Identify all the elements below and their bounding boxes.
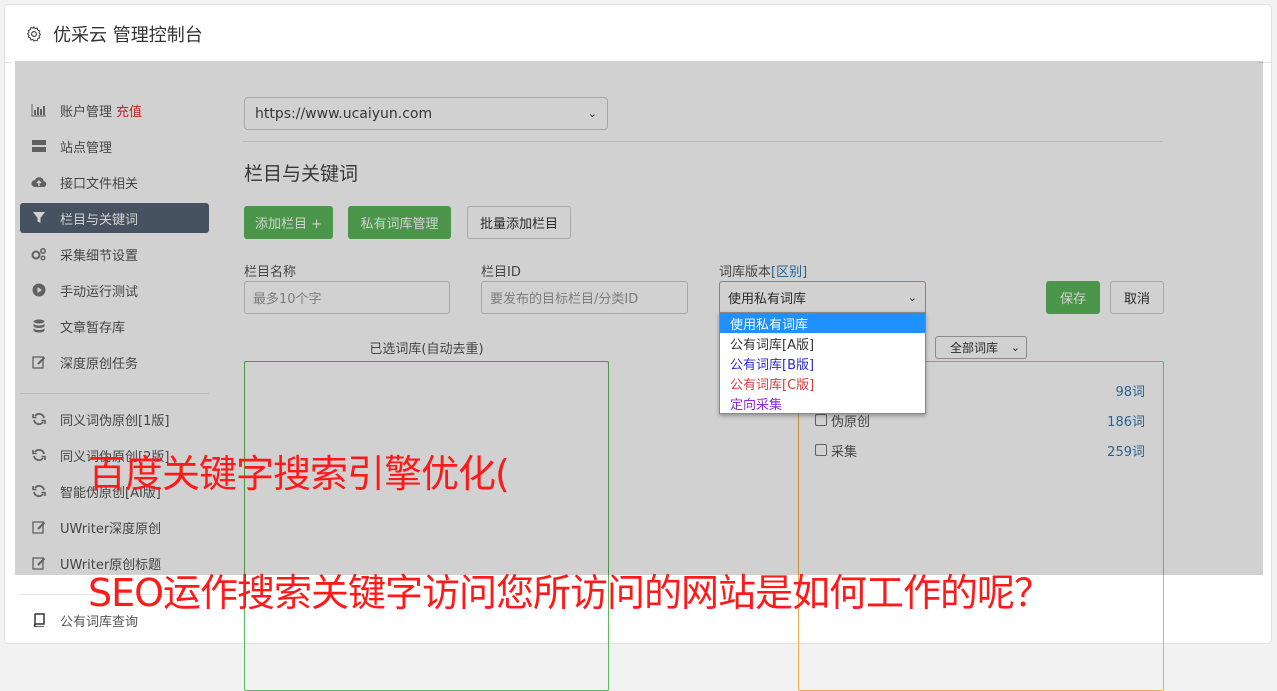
header: 优采云 管理控制台: [5, 5, 1271, 63]
watermark-line-1: 百度关键字搜索引擎优化(: [88, 452, 510, 496]
dropdown-option[interactable]: 公有词库[A版]: [720, 333, 925, 353]
watermark-line-2: SEO运作搜索关键字访问您所访问的网站是如何工作的呢？: [88, 571, 1052, 615]
dropdown-option[interactable]: 公有词库[C版]: [720, 373, 925, 393]
app-title: 优采云 管理控制台: [53, 24, 203, 46]
dropdown-option[interactable]: 公有词库[B版]: [720, 353, 925, 373]
lib-version-dropdown: 使用私有词库 公有词库[A版] 公有词库[B版] 公有词库[C版] 定向采集: [719, 312, 926, 414]
gear-icon: [26, 25, 42, 42]
book-icon: [31, 612, 47, 628]
dropdown-option[interactable]: 使用私有词库: [720, 313, 925, 333]
dropdown-option[interactable]: 定向采集: [720, 393, 925, 413]
